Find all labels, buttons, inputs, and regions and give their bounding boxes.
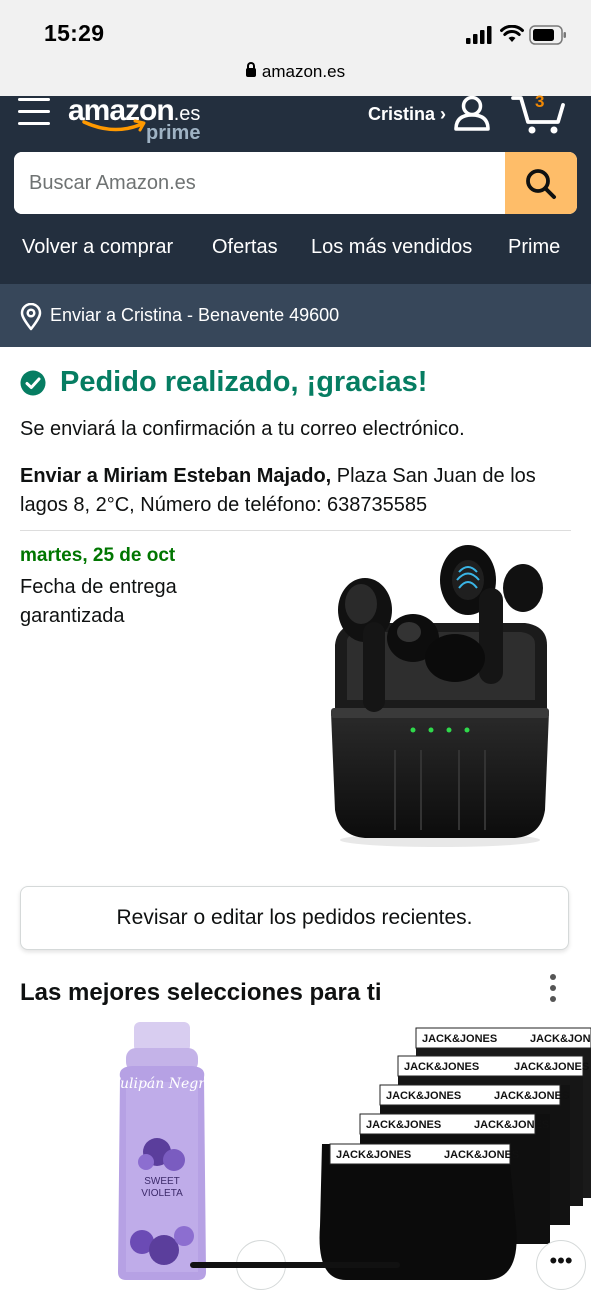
account-link[interactable]: Cristina › bbox=[368, 104, 446, 125]
search-button[interactable] bbox=[505, 152, 577, 214]
amazon-prime-logo[interactable]: amazon.es prime bbox=[68, 94, 218, 144]
battery-icon bbox=[529, 25, 566, 45]
delivery-date: martes, 25 de oct bbox=[20, 545, 176, 566]
search-icon bbox=[526, 169, 556, 199]
nav-item-deals[interactable]: Ofertas bbox=[212, 236, 278, 259]
product-1-name-line1: SWEET bbox=[144, 1176, 180, 1187]
nav-strip: Volver a comprar Ofertas Los más vendido… bbox=[0, 230, 591, 270]
product-2-brand: JACK&JONES bbox=[494, 1090, 569, 1102]
shipping-recipient: Enviar a Miriam Esteban Majado, bbox=[20, 465, 332, 487]
shipping-address: Enviar a Miriam Esteban Majado, Plaza Sa… bbox=[20, 462, 575, 520]
amazon-smile-icon bbox=[82, 119, 146, 132]
cellular-signal-icon bbox=[466, 26, 492, 44]
check-circle-icon bbox=[20, 370, 46, 396]
home-indicator bbox=[190, 1262, 400, 1268]
product-2-brand: JACK&JONES bbox=[474, 1119, 549, 1131]
product-2-brand: JACK&JONES bbox=[366, 1119, 441, 1131]
more-actions-button[interactable]: ••• bbox=[536, 1240, 586, 1290]
product-2-brand: JACK&JONES bbox=[530, 1033, 591, 1045]
delivery-guarantee-note: Fecha de entrega garantizada bbox=[20, 576, 177, 627]
order-confirmation-title: Pedido realizado, ¡gracias! bbox=[60, 366, 428, 398]
user-icon[interactable] bbox=[452, 95, 492, 131]
product-2-brand: JACK&JONES bbox=[422, 1033, 497, 1045]
url-text: amazon.es bbox=[261, 62, 346, 81]
more-options-icon[interactable] bbox=[546, 974, 560, 1006]
divider bbox=[20, 530, 571, 531]
wifi-icon bbox=[500, 25, 524, 42]
review-orders-button[interactable]: Revisar o editar los pedidos recientes. bbox=[20, 886, 569, 950]
address-bar[interactable]: amazon.es bbox=[0, 62, 591, 82]
search-bar bbox=[14, 152, 577, 214]
product-1-name-line2: VIOLETA bbox=[141, 1188, 183, 1199]
product-2-brand: JACK&JONES bbox=[444, 1149, 519, 1161]
nav-item-best-sellers[interactable]: Los más vendidos bbox=[311, 236, 472, 259]
location-pin-icon bbox=[20, 303, 42, 331]
product-1-brand: Tulipán Negro bbox=[112, 1076, 212, 1092]
shower-gel-product-image[interactable]: Tulipán Negro SWEET VIOLETA bbox=[112, 1022, 212, 1280]
lock-icon bbox=[245, 62, 256, 77]
product-2-brand: JACK&JONES bbox=[404, 1061, 479, 1073]
logo-prime-text: prime bbox=[146, 122, 201, 144]
confirmation-email-note: Se enviará la confirmación a tu correo e… bbox=[20, 418, 465, 440]
recommendations-title: Las mejores selecciones para ti bbox=[20, 979, 382, 1006]
nav-item-prime[interactable]: Prime bbox=[508, 236, 560, 259]
status-clock: 15:29 bbox=[44, 20, 105, 46]
cart-count-badge: 3 bbox=[535, 92, 545, 111]
product-2-brand: JACK&JONES bbox=[336, 1149, 411, 1161]
earbuds-product-image[interactable] bbox=[325, 540, 555, 852]
product-2-brand: JACK&JONES bbox=[514, 1061, 589, 1073]
search-input[interactable] bbox=[14, 152, 504, 214]
hamburger-menu-icon[interactable] bbox=[18, 98, 50, 128]
nav-item-buy-again[interactable]: Volver a comprar bbox=[22, 236, 173, 259]
product-2-brand: JACK&JONES bbox=[386, 1090, 461, 1102]
ellipsis-icon: ••• bbox=[549, 1248, 573, 1273]
deliver-to-text[interactable]: Enviar a Cristina - Benavente 49600 bbox=[50, 305, 339, 326]
